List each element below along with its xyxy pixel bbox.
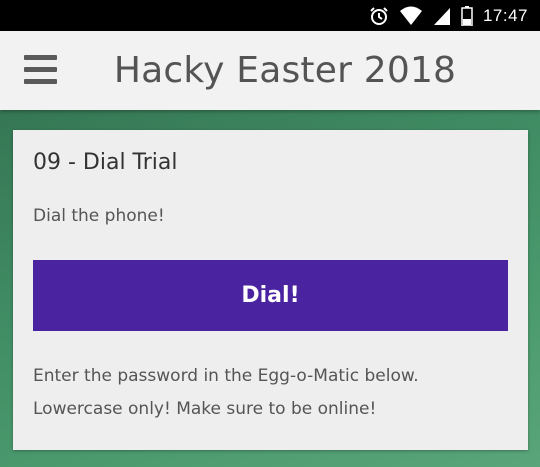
- card-note: Enter the password in the Egg-o-Matic be…: [33, 366, 419, 419]
- battery-icon: [461, 5, 473, 26]
- dial-button[interactable]: Dial!: [33, 260, 508, 331]
- challenge-card: 09 - Dial Trial Dial the phone! Dial! En…: [13, 130, 528, 450]
- card-subtitle: Dial the phone!: [33, 206, 165, 226]
- alarm-icon: [369, 6, 389, 26]
- hamburger-menu-icon[interactable]: [24, 55, 57, 87]
- card-title: 09 - Dial Trial: [33, 150, 178, 175]
- wifi-icon: [399, 6, 423, 26]
- status-bar: 17:47: [0, 0, 540, 31]
- status-time: 17:47: [482, 5, 528, 25]
- app-bar: Hacky Easter 2018: [0, 31, 540, 110]
- cell-signal-icon: [433, 6, 451, 26]
- app-title: Hacky Easter 2018: [113, 50, 457, 91]
